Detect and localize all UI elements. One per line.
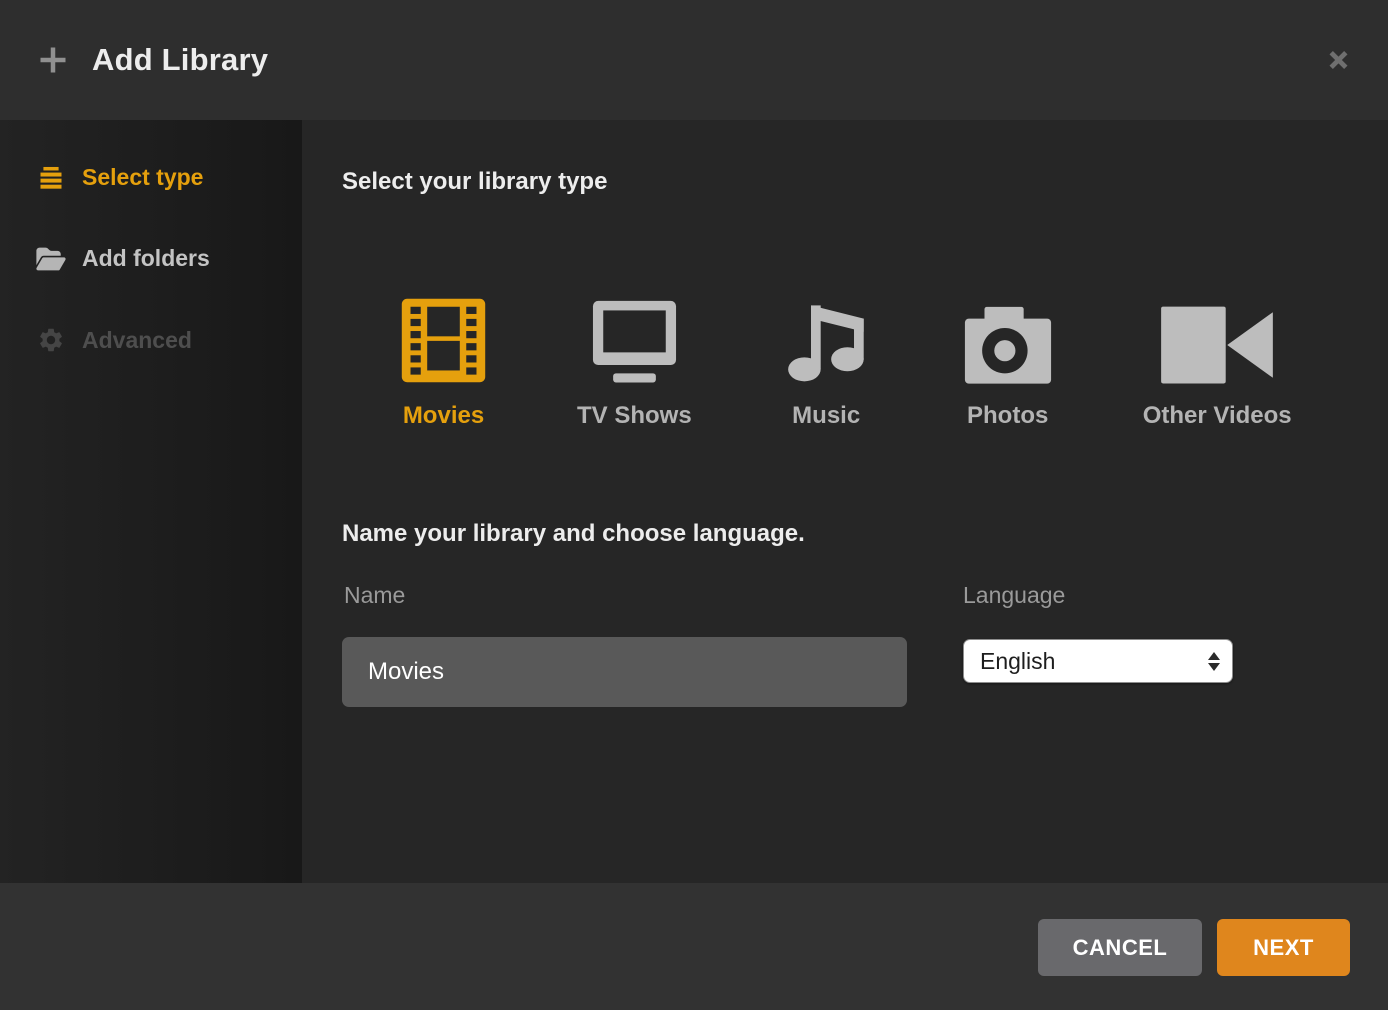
sidebar-item-label: Add folders (82, 245, 210, 272)
list-icon (36, 163, 66, 191)
video-camera-icon (1155, 290, 1280, 386)
music-notes-icon (780, 290, 873, 386)
next-button[interactable]: NEXT (1217, 919, 1350, 976)
library-type-photos[interactable]: Photos (961, 290, 1055, 430)
library-type-label: Music (792, 402, 860, 430)
library-type-label: Movies (403, 402, 484, 430)
library-type-music[interactable]: Music (780, 290, 873, 430)
close-icon[interactable] (1317, 39, 1360, 82)
camera-icon (961, 290, 1055, 386)
sidebar-item-advanced: Advanced (0, 313, 302, 367)
tv-monitor-icon (587, 290, 682, 386)
plus-icon (38, 45, 68, 75)
name-field-label: Name (344, 582, 405, 609)
library-type-other-videos[interactable]: Other Videos (1143, 290, 1292, 430)
folder-open-icon (36, 246, 66, 272)
add-library-dialog: Add Library Select type (0, 0, 1388, 1010)
sidebar-item-label: Advanced (82, 327, 192, 354)
sidebar-item-label: Select type (82, 164, 203, 191)
language-select[interactable]: English (963, 639, 1233, 683)
name-section-title: Name your library and choose language. (342, 520, 805, 548)
up-down-arrows-icon (1208, 652, 1220, 671)
film-strip-icon (398, 290, 489, 386)
library-type-picker: Movies TV Shows (398, 290, 1292, 430)
dialog-title: Add Library (92, 42, 268, 78)
dialog-header: Add Library (0, 0, 1388, 120)
library-name-input[interactable] (342, 637, 907, 707)
library-type-tv-shows[interactable]: TV Shows (577, 290, 692, 430)
language-select-value: English (964, 648, 1208, 675)
library-type-section-title: Select your library type (342, 168, 607, 196)
wizard-steps-sidebar: Select type Add folders Advanced (0, 120, 302, 883)
library-type-movies[interactable]: Movies (398, 290, 489, 430)
library-type-label: Other Videos (1143, 402, 1292, 430)
library-type-label: TV Shows (577, 402, 692, 430)
library-type-label: Photos (967, 402, 1048, 430)
gear-icon (36, 326, 66, 354)
sidebar-item-select-type[interactable]: Select type (0, 150, 302, 204)
language-field-label: Language (963, 582, 1065, 609)
wizard-step-content: Select your library type (302, 120, 1388, 883)
dialog-footer: CANCEL NEXT (0, 883, 1388, 1010)
cancel-button[interactable]: CANCEL (1038, 919, 1202, 976)
sidebar-item-add-folders[interactable]: Add folders (0, 232, 302, 285)
